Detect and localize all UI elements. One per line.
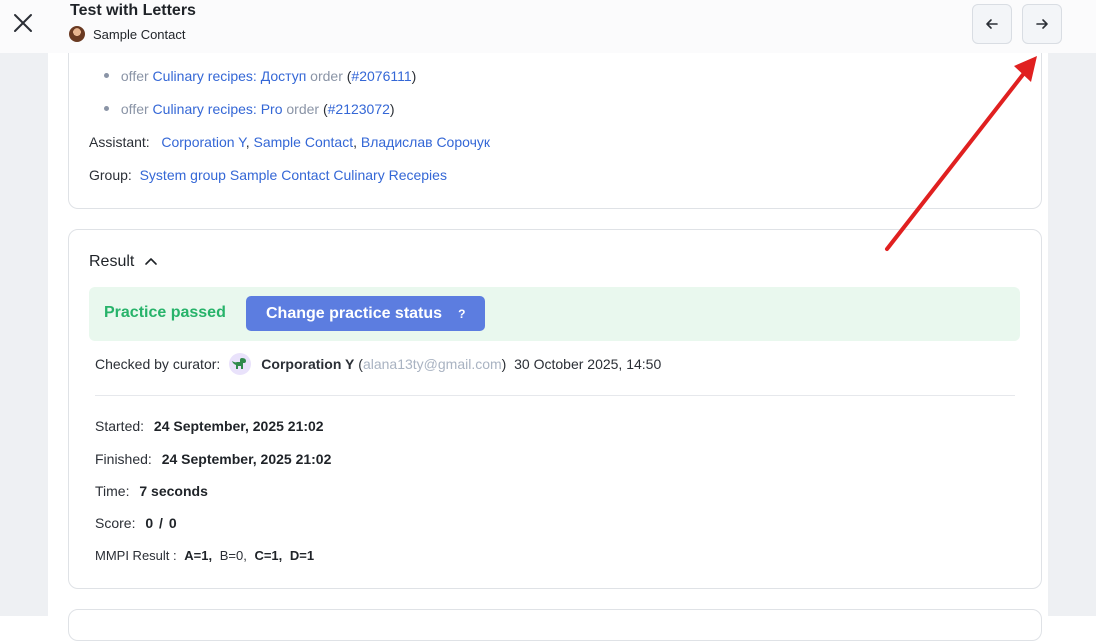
time-value: 7 seconds <box>139 483 208 499</box>
time-row: Time: 7 seconds <box>95 483 208 499</box>
offer-prefix: offer <box>120 101 149 117</box>
page-title: Test with Letters <box>70 2 196 19</box>
left-gutter <box>0 53 48 616</box>
divider <box>95 395 1015 396</box>
status-banner <box>89 287 1020 341</box>
offer-link[interactable]: Culinary recipes: Доступ <box>153 68 307 84</box>
order-link[interactable]: #2076111 <box>351 68 411 84</box>
offer-link[interactable]: Culinary recipes: Pro <box>153 101 283 117</box>
status-badge: Practice passed <box>104 304 226 321</box>
help-icon[interactable]: ? <box>458 307 465 321</box>
order-word: order <box>310 68 343 84</box>
score-max: 0 <box>168 515 177 531</box>
curator-email: alana13ty@gmail.com <box>362 356 502 372</box>
paren-close: ) <box>411 68 417 84</box>
arrow-left-icon <box>986 19 998 29</box>
assistant-link[interactable]: Владислав Сорочук <box>361 134 490 150</box>
arrow-right-icon <box>1036 19 1048 29</box>
mmpi-value: A=1, <box>184 548 213 563</box>
score-row: Score: 0 / 0 <box>95 515 177 531</box>
assistant-label: Assistant: <box>89 134 150 150</box>
result-heading: Result <box>89 253 135 270</box>
curator-row: Checked by curator: Corporation Y (alana… <box>95 353 661 375</box>
contact-name: Sample Contact <box>93 26 186 42</box>
curator-name: Corporation Y <box>261 356 355 372</box>
offer-prefix: offer <box>120 68 149 84</box>
contact-link[interactable]: Sample Contact <box>69 26 186 42</box>
group-link[interactable]: System group Sample Contact Culinary Rec… <box>140 167 447 183</box>
curator-label: Checked by curator: <box>95 356 221 372</box>
group-label: Group: <box>89 167 132 183</box>
assistant-row: Assistant: Corporation Y, Sample Contact… <box>89 134 491 150</box>
next-button[interactable] <box>1022 4 1062 44</box>
curator-avatar <box>229 353 252 375</box>
finished-row: Finished: 24 September, 2025 21:02 <box>95 451 331 467</box>
finished-value: 24 September, 2025 21:02 <box>161 451 332 467</box>
mmpi-value: B=0, <box>219 548 247 563</box>
bullet-icon <box>104 105 109 111</box>
dinosaur-icon <box>232 358 247 369</box>
change-status-label: Change practice status <box>266 304 443 322</box>
order-word: order <box>286 101 320 117</box>
order-link[interactable]: #2123072 <box>328 101 390 117</box>
paren-close: ) <box>389 101 395 117</box>
score-separator: / <box>159 515 163 531</box>
score-value: 0 <box>145 515 154 531</box>
mmpi-label: MMPI Result : <box>95 548 177 563</box>
close-icon <box>14 14 32 32</box>
avatar <box>69 26 85 42</box>
close-button[interactable] <box>10 10 36 36</box>
score-label: Score: <box>95 515 136 531</box>
time-label: Time: <box>95 483 130 499</box>
right-gutter <box>1048 53 1096 616</box>
result-card <box>68 229 1042 589</box>
finished-label: Finished: <box>95 451 152 467</box>
mmpi-value: D=1 <box>289 548 315 563</box>
offer-item: offer Culinary recipes: Pro order (#2123… <box>104 101 395 117</box>
bullet-icon <box>104 72 109 78</box>
assistant-link[interactable]: Corporation Y <box>161 134 245 150</box>
chevron-up-icon <box>145 258 158 265</box>
change-status-button[interactable]: Change practice status ? <box>246 296 485 331</box>
mmpi-value: C=1, <box>254 548 283 563</box>
top-bar: Test with Letters Sample Contact <box>0 0 1096 53</box>
result-toggle[interactable]: Result <box>89 253 158 271</box>
next-card <box>68 609 1042 641</box>
group-row: Group: System group Sample Contact Culin… <box>89 167 447 183</box>
checked-date: 30 October 2025, 14:50 <box>514 356 662 372</box>
started-label: Started: <box>95 418 145 434</box>
offer-item: offer Culinary recipes: Доступ order (#2… <box>104 68 416 84</box>
started-value: 24 September, 2025 21:02 <box>153 418 324 434</box>
started-row: Started: 24 September, 2025 21:02 <box>95 418 324 434</box>
mmpi-row: MMPI Result : A=1, B=0, C=1, D=1 <box>95 548 314 563</box>
details-card <box>68 40 1042 209</box>
assistant-link[interactable]: Sample Contact <box>253 134 353 150</box>
previous-button[interactable] <box>972 4 1012 44</box>
